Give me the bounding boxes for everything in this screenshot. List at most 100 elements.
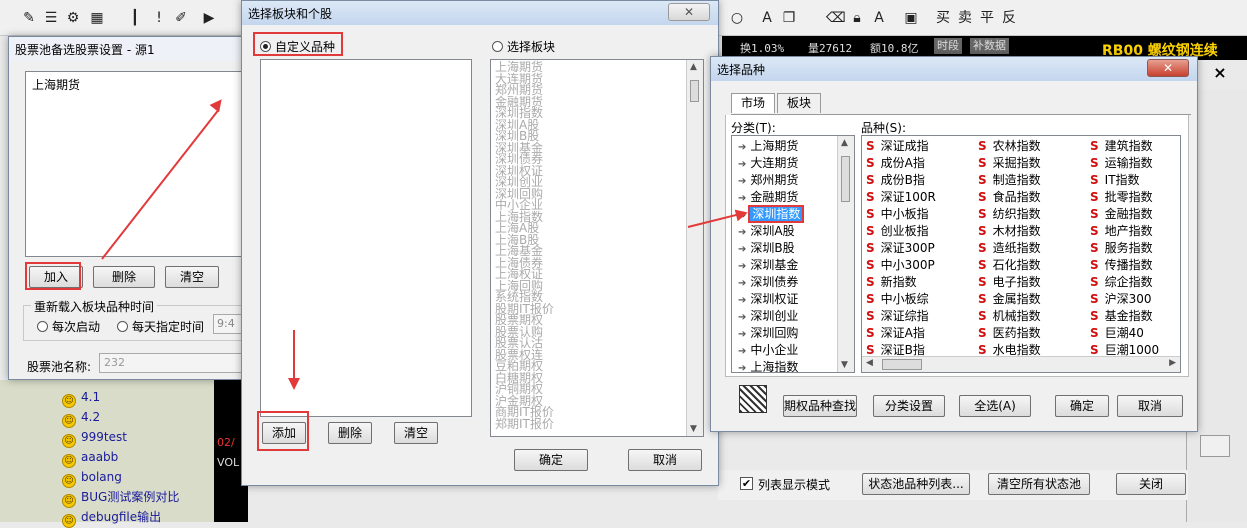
clear-button[interactable]: 清空 <box>165 266 219 288</box>
category-item[interactable]: ➔ 中小企业 <box>738 342 798 359</box>
product-item[interactable]: S 食品指数 <box>978 189 1041 206</box>
board-list[interactable]: 上海期货 大连期货 郑州期货 金融期货 深圳指数 深圳A股 深圳B股 深圳基金 深圳债券 深圳权证… <box>490 59 704 437</box>
text-color-icon[interactable]: A <box>870 9 888 27</box>
product-item[interactable]: S 造纸指数 <box>978 240 1041 257</box>
product-item[interactable]: S 深证100R <box>866 189 936 206</box>
board-radio[interactable]: 选择板块 <box>492 38 555 55</box>
custom-list[interactable] <box>260 59 472 417</box>
daily-time-radio[interactable]: 每天指定时间 <box>117 318 204 335</box>
cancel-button[interactable]: 取消 <box>628 449 702 471</box>
product-item[interactable]: S 建筑指数 <box>1090 138 1153 155</box>
pool-list[interactable]: 上海期货 <box>25 71 243 257</box>
category-scrollbar[interactable]: ▲ ▼ <box>837 136 854 372</box>
product-item[interactable]: S 金融指数 <box>1090 206 1153 223</box>
network-icon[interactable]: ⚙ <box>64 9 82 27</box>
scroll-left-icon[interactable]: ◀ <box>866 358 873 368</box>
product-item[interactable]: S 中小300P <box>866 257 935 274</box>
tree-item[interactable]: ☺ aaabb <box>62 448 118 468</box>
reverse-button[interactable]: 反 <box>1000 9 1018 27</box>
product-item[interactable]: S 电子指数 <box>978 274 1041 291</box>
category-list[interactable]: ➔ 上海期货 ➔ 大连期货 ➔ 郑州期货 ➔ 金融期货 ➔ 深圳指数 ➔ 深圳A股 ➔ 深圳B股 ➔ 深圳基金… <box>731 135 855 373</box>
product-item[interactable]: S IT指数 <box>1090 172 1140 189</box>
product-item[interactable]: S 运输指数 <box>1090 155 1153 172</box>
product-item[interactable]: S 基金指数 <box>1090 308 1153 325</box>
product-item[interactable]: S 深证综指 <box>866 308 929 325</box>
ok-button[interactable]: 确定 <box>1055 395 1109 417</box>
board-scrollbar[interactable]: ▲ ▼ <box>686 60 703 436</box>
clear-all-pools-button[interactable]: 清空所有状态池 <box>988 473 1090 495</box>
tree-item[interactable]: ☺ 999test <box>62 428 127 448</box>
product-item[interactable]: S 石化指数 <box>978 257 1041 274</box>
category-item[interactable]: ➔ 深圳创业 <box>738 308 798 325</box>
delete-button[interactable]: 删除 <box>328 422 372 444</box>
scroll-up-icon[interactable]: ▲ <box>690 62 697 72</box>
warning-icon[interactable]: ! <box>150 9 168 27</box>
ok-button[interactable]: 确定 <box>514 449 588 471</box>
category-item[interactable]: ➔ 上海指数 <box>738 359 798 372</box>
close-button[interactable]: 关闭 <box>1116 473 1186 495</box>
tab-market[interactable]: 市场 <box>731 93 775 113</box>
category-item[interactable]: ➔ 深圳回购 <box>738 325 798 342</box>
timeshare-button[interactable]: 时段 <box>934 38 962 54</box>
product-item[interactable]: S 农林指数 <box>978 138 1041 155</box>
category-item[interactable]: ➔ 郑州期货 <box>738 172 798 189</box>
play-icon[interactable]: ▶ <box>200 9 218 27</box>
product-item[interactable]: S 批零指数 <box>1090 189 1153 206</box>
tab-board[interactable]: 板块 <box>777 93 821 113</box>
product-item[interactable]: S 巨潮40 <box>1090 325 1144 342</box>
product-item[interactable]: S 深证A指 <box>866 325 925 342</box>
save-icon[interactable]: ▣ <box>902 9 920 27</box>
tree-item[interactable]: ☺ 4.1 <box>62 388 100 408</box>
copy-icon[interactable]: ❐ <box>780 9 798 27</box>
text-a-icon[interactable]: A <box>758 9 776 27</box>
category-item[interactable]: ➔ 深圳权证 <box>738 291 798 308</box>
list-mode-checkbox[interactable]: ✔ <box>740 477 753 490</box>
option-search-button[interactable]: 期权品种查找 <box>783 395 857 417</box>
scroll-thumb[interactable] <box>841 156 850 202</box>
product-item[interactable]: S 传播指数 <box>1090 257 1153 274</box>
product-item[interactable]: S 木材指数 <box>978 223 1041 240</box>
scroll-down-icon[interactable]: ▼ <box>841 360 848 370</box>
delete-button[interactable]: 删除 <box>93 266 155 288</box>
product-item[interactable]: S 中小板指 <box>866 206 929 223</box>
product-item[interactable]: S 沪深300 <box>1090 291 1152 308</box>
product-item[interactable]: S 创业板指 <box>866 223 929 240</box>
buy-button[interactable]: 买 <box>934 9 952 27</box>
tree-item[interactable]: ☺ 4.2 <box>62 408 100 428</box>
candles-icon[interactable]: ┃ <box>126 9 144 27</box>
close-icon[interactable]: ✕ <box>668 3 710 21</box>
tree-item[interactable]: ☺ debugfile输出 <box>62 508 161 528</box>
board-list-item[interactable]: 郑期IT报价 <box>495 418 554 430</box>
product-item[interactable]: S 中小板综 <box>866 291 929 308</box>
scroll-down-icon[interactable]: ▼ <box>690 424 697 434</box>
product-item[interactable]: S 机械指数 <box>978 308 1041 325</box>
product-item[interactable]: S 成份A指 <box>866 155 925 172</box>
product-item[interactable]: S 采掘指数 <box>978 155 1041 172</box>
scroll-right-icon[interactable]: ▶ <box>1169 358 1176 368</box>
trash-icon[interactable]: ⌫ <box>826 9 846 27</box>
product-hscrollbar[interactable]: ◀ ▶ <box>862 356 1180 372</box>
close-icon[interactable]: ✕ <box>1147 59 1189 77</box>
tree-item[interactable]: ☺ bolang <box>62 468 122 488</box>
category-item[interactable]: ➔ 深圳基金 <box>738 257 798 274</box>
product-item[interactable]: S 地产指数 <box>1090 223 1153 240</box>
product-item[interactable]: S 新指数 <box>866 274 917 291</box>
close-icon[interactable]: × <box>1202 62 1238 84</box>
category-item[interactable]: ➔ 金融期货 <box>738 189 798 206</box>
pool-name-field[interactable]: 232 <box>99 353 245 373</box>
product-item[interactable]: S 服务指数 <box>1090 240 1153 257</box>
product-item[interactable]: S 综企指数 <box>1090 274 1153 291</box>
product-item[interactable]: S 深证300P <box>866 240 935 257</box>
circle-icon[interactable]: ○ <box>728 9 746 27</box>
scroll-thumb[interactable] <box>690 80 699 102</box>
category-item[interactable]: ➔ 深圳B股 <box>738 240 795 257</box>
product-item[interactable]: S 金属指数 <box>978 291 1041 308</box>
select-all-button[interactable]: 全选(A) <box>959 395 1031 417</box>
category-item[interactable]: ➔ 大连期货 <box>738 155 798 172</box>
product-list[interactable]: S 深证成指 S 农林指数 S 建筑指数 S 成份A指 S 采掘指数 S 运输指数 S 成份B指 S 制造指数… <box>861 135 1181 373</box>
grid-icon[interactable]: ▦ <box>88 9 106 27</box>
product-item[interactable]: S 深证成指 <box>866 138 929 155</box>
list-item[interactable]: 上海期货 <box>26 72 242 97</box>
scroll-up-icon[interactable]: ▲ <box>841 138 848 148</box>
fill-data-button[interactable]: 补数据 <box>970 38 1009 54</box>
